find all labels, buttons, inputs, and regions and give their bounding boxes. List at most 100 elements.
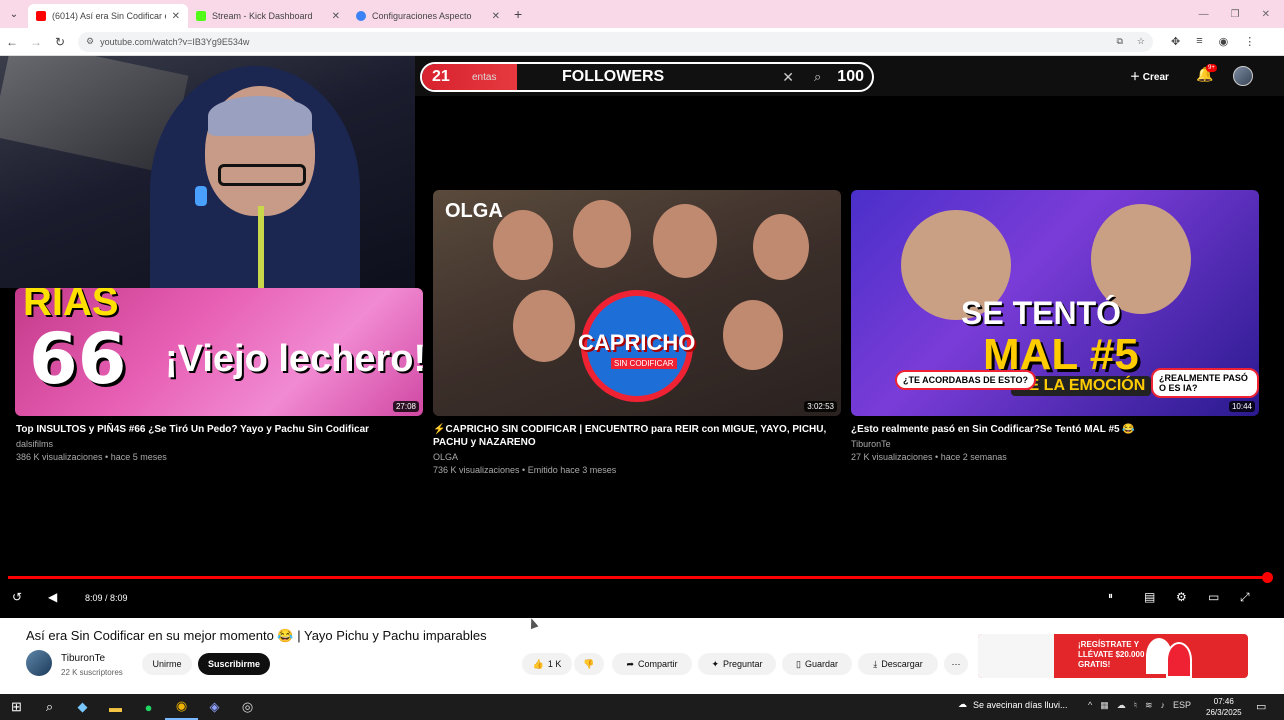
site-info-icon[interactable]: ⚙	[86, 36, 94, 47]
close-tab-icon[interactable]: ✕	[492, 11, 500, 22]
subscribe-button[interactable]: Suscribirme	[198, 653, 270, 675]
subtitles-icon[interactable]: ▤	[1144, 590, 1155, 604]
extensions-icon[interactable]: ✥	[1171, 35, 1180, 48]
replay-icon[interactable]: ↺	[12, 590, 22, 604]
windows-start-icon[interactable]: ⊞	[0, 694, 33, 720]
notification-badge: 9+	[1206, 64, 1217, 72]
account-avatar[interactable]	[1233, 66, 1253, 86]
thumbnail-channel-mark: OLGA	[445, 200, 503, 222]
menu-dots-icon[interactable]: ⋮	[1244, 35, 1255, 48]
bookmark-star-icon[interactable]: ☆	[1137, 36, 1145, 47]
chrome-icon[interactable]: ◉	[165, 694, 198, 720]
video-duration: 3:02:53	[804, 401, 837, 412]
media-controls-icon[interactable]: ≡	[1196, 35, 1202, 48]
speaker-icon[interactable]: ♪	[1161, 700, 1166, 711]
video-channel[interactable]: OLGA	[433, 451, 458, 464]
join-button[interactable]: Unirme	[142, 653, 192, 675]
reload-icon[interactable]: ↻	[48, 35, 72, 49]
ask-label: Preguntar	[723, 659, 763, 669]
new-tab-icon[interactable]: +	[514, 6, 522, 22]
address-bar-row: ← → ↻ ⚙ youtube.com/watch?v=IB3Yg9E534w …	[0, 28, 1284, 56]
download-icon: ⤓	[873, 658, 878, 669]
back-icon[interactable]: ←	[0, 35, 24, 49]
windows-taskbar: ⊞ ⌕ ◆ ▬ ● ◉ ◈ ◎ ☁ Se avecinan días lluvi…	[0, 694, 1284, 720]
tab-settings[interactable]: Configuraciones Aspecto ✕	[348, 4, 508, 28]
thumbnail-headline: SE TENTÓ	[961, 295, 1122, 331]
minimize-icon[interactable]: —	[1199, 9, 1209, 20]
video-thumbnail[interactable]: OLGA CAPRICHO SIN CODIFICAR 3:02:53	[433, 190, 841, 416]
thumbnail-logo-text: CAPRICHO	[578, 330, 696, 355]
channel-avatar[interactable]	[26, 650, 52, 676]
file-explorer-icon[interactable]: ▬	[99, 694, 132, 720]
video-channel[interactable]: dalsifilms	[16, 438, 53, 451]
discord-icon[interactable]: ◈	[198, 694, 231, 720]
tray-app-icon[interactable]: ☁	[1117, 700, 1126, 711]
url-input[interactable]: ⚙ youtube.com/watch?v=IB3Yg9E534w ⧉ ☆	[78, 31, 1153, 52]
theater-mode-icon[interactable]: ▭	[1208, 590, 1219, 604]
tab-title: Stream - Kick Dashboard	[212, 11, 313, 21]
weather-widget[interactable]: ☁ Se avecinan días lluvi...	[958, 699, 1068, 710]
thumbnail-face	[723, 300, 783, 370]
create-label: Crear	[1142, 72, 1169, 83]
more-dots-icon: ⋯	[951, 658, 961, 669]
close-tab-icon[interactable]: ✕	[172, 11, 180, 22]
notification-center-icon[interactable]: ▭	[1256, 700, 1266, 713]
share-button[interactable]: ➦ Compartir	[612, 653, 692, 675]
video-title-line: ⚡CAPRICHO SIN CODIFICAR | ENCUENTRO para…	[433, 424, 827, 435]
language-indicator[interactable]: ESP	[1173, 700, 1191, 711]
wifi-icon[interactable]: ≋	[1145, 700, 1153, 711]
gear-favicon-icon	[356, 11, 366, 21]
create-button[interactable]: ＋ Crear	[1130, 68, 1169, 83]
channel-name[interactable]: TiburonTe	[61, 653, 105, 664]
like-button[interactable]: 👍 1 K	[522, 653, 572, 675]
restore-icon[interactable]: ❐	[1231, 9, 1240, 20]
seek-bar[interactable]	[8, 572, 1273, 583]
tray-expand-icon[interactable]: ^	[1088, 700, 1092, 711]
tab-youtube[interactable]: (6014) Así era Sin Codificar en s ✕	[28, 4, 188, 28]
video-title[interactable]: ⚡CAPRICHO SIN CODIFICAR | ENCUENTRO para…	[433, 423, 841, 449]
thumbnail-bubble: ¿REALMENTE PASÓ O ES IA?	[1151, 368, 1259, 398]
tab-kick-dashboard[interactable]: Stream - Kick Dashboard ✕	[188, 4, 348, 28]
search-icon[interactable]: ⌕	[814, 69, 821, 85]
page-title: Así era Sin Codificar en su mejor moment…	[26, 628, 487, 643]
seek-handle[interactable]	[1262, 572, 1273, 583]
clear-search-icon[interactable]: ✕	[782, 69, 794, 86]
dislike-icon: 👎	[583, 658, 595, 669]
save-button[interactable]: ▯ Guardar	[782, 653, 852, 675]
profile-icon[interactable]: ◉	[1219, 35, 1229, 48]
volume-icon[interactable]: ◀	[48, 590, 57, 604]
ad-logo	[978, 634, 1054, 678]
channel-subscribers: 22 K suscriptores	[61, 668, 123, 677]
install-app-icon[interactable]: ⧉	[1116, 36, 1122, 47]
video-channel[interactable]: TiburonTe	[851, 438, 891, 451]
fullscreen-icon[interactable]: ⤢	[1240, 590, 1250, 605]
sponsored-ad[interactable]: ¡REGÍSTRATE Y LLÉVATE $20.000 GRATIS!	[978, 634, 1248, 678]
followers-goal: 100	[837, 68, 864, 85]
video-meta: 386 K visualizaciones • hace 5 meses	[16, 452, 167, 462]
more-actions-button[interactable]: ⋯	[944, 653, 968, 675]
browser-tab-bar: ⌄ (6014) Así era Sin Codificar en s ✕ St…	[0, 0, 1284, 28]
settings-gear-icon[interactable]: ⚙	[1176, 590, 1187, 604]
ask-button[interactable]: ✦ Preguntar	[698, 653, 776, 675]
time-display: 8:09 / 8:09	[85, 593, 128, 603]
tab-search-icon[interactable]: ⌄	[0, 0, 28, 28]
search-icon[interactable]: ⌕	[33, 694, 66, 720]
network-icon[interactable]: ▦	[1100, 700, 1109, 711]
clock[interactable]: 07:46 26/3/2025	[1206, 696, 1242, 718]
copilot-icon[interactable]: ◆	[66, 694, 99, 720]
video-player[interactable]: ＋ Crear 🔔 9+ 21 entas FOLLOWERS ✕ ⌕ 100 …	[0, 56, 1284, 618]
video-thumbnail[interactable]: SE TENTÓ MAL #5 DE LA EMOCIÓN ¿TE ACORDA…	[851, 190, 1259, 416]
video-thumbnail[interactable]: RIAS 66 ¡Viejo lechero! 27:08	[15, 288, 423, 416]
download-button[interactable]: ⤓ Descargar	[858, 653, 938, 675]
microphone-icon[interactable]: ♮	[1134, 700, 1137, 711]
watch-metadata: Así era Sin Codificar en su mejor moment…	[0, 618, 1284, 694]
close-tab-icon[interactable]: ✕	[332, 11, 340, 22]
video-title[interactable]: Top INSULTOS y PIÑ4S #66 ¿Se Tiró Un Ped…	[16, 423, 424, 436]
forward-icon[interactable]: →	[24, 35, 48, 49]
autoplay-toggle-icon[interactable]: ⏸	[1108, 591, 1113, 602]
dislike-button[interactable]: 👎	[574, 653, 604, 675]
spotify-icon[interactable]: ●	[132, 694, 165, 720]
obs-icon[interactable]: ◎	[231, 694, 264, 720]
close-window-icon[interactable]: ✕	[1262, 9, 1270, 20]
video-title[interactable]: ¿Esto realmente pasó en Sin Codificar?Se…	[851, 423, 1259, 436]
